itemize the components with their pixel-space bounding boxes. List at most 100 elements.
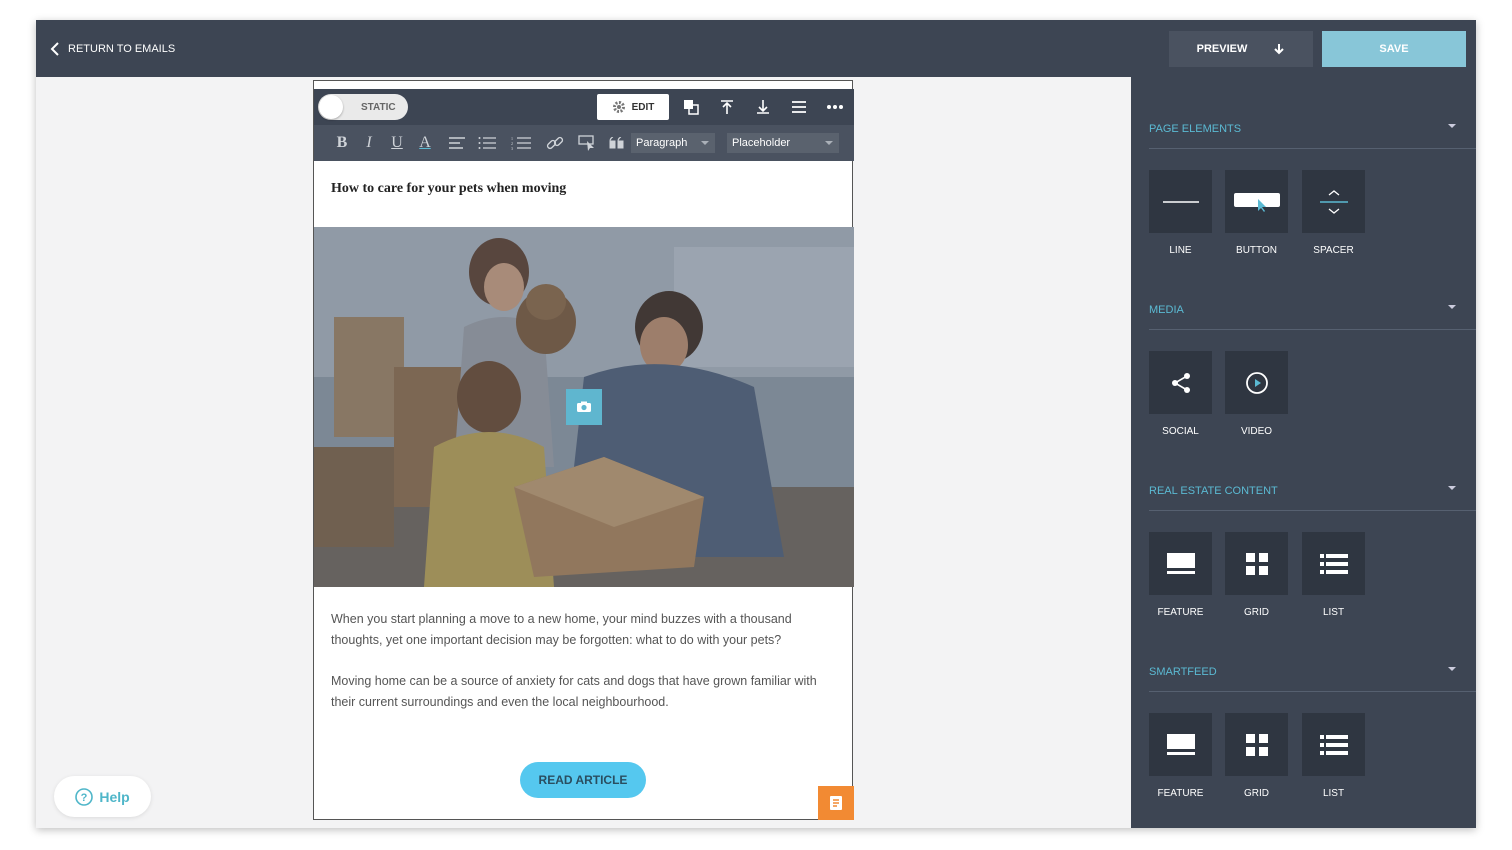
svg-text:?: ? (81, 792, 88, 804)
block-toolbar: STATIC EDIT (314, 89, 854, 125)
move-up-button[interactable] (713, 89, 741, 125)
section-real-estate-content[interactable]: REAL ESTATE CONTENT (1149, 471, 1476, 511)
more-options-button[interactable] (821, 89, 849, 125)
element-label: FEATURE (1157, 788, 1204, 799)
edit-button[interactable]: EDIT (597, 94, 669, 120)
link-button[interactable] (543, 125, 567, 161)
menu-button[interactable] (785, 89, 813, 125)
question-circle-icon: ? (75, 787, 94, 806)
bold-button[interactable]: B (330, 125, 354, 161)
return-to-emails-link[interactable]: RETURN TO EMAILS (50, 20, 175, 77)
share-icon (1171, 372, 1190, 393)
align-left-icon (449, 137, 465, 149)
list-icon (1319, 553, 1348, 574)
list-icon (1319, 734, 1348, 755)
more-icon (827, 105, 843, 109)
preview-label: PREVIEW (1196, 43, 1248, 55)
element-line[interactable] (1149, 170, 1212, 233)
cursor-icon (578, 135, 594, 151)
quote-icon (609, 137, 624, 149)
download-arrow-icon (1274, 44, 1285, 55)
format-toolbar: B I U A 123 Paragraph Placeholder (314, 125, 854, 161)
caret-down-icon (1448, 305, 1456, 309)
link-icon (546, 136, 564, 150)
move-up-icon (721, 100, 733, 114)
numbered-list-icon: 123 (511, 136, 531, 150)
static-toggle[interactable]: STATIC (318, 94, 408, 120)
font-color-button[interactable]: A (413, 125, 437, 161)
element-label: BUTTON (1236, 245, 1277, 256)
element-video[interactable] (1225, 351, 1288, 414)
caret-down-icon (701, 141, 709, 145)
caret-down-icon (1448, 667, 1456, 671)
email-body-text[interactable]: When you start planning a move to a new … (331, 609, 831, 733)
top-bar: RETURN TO EMAILS PREVIEW SAVE (36, 20, 1476, 77)
caret-down-icon (1448, 124, 1456, 128)
section-smartfeed[interactable]: SMARTFEED (1149, 652, 1476, 692)
feature-icon (1166, 733, 1195, 755)
paragraph-2: Moving home can be a source of anxiety f… (331, 674, 817, 709)
email-headline[interactable]: How to care for your pets when moving (331, 181, 566, 197)
element-label: LINE (1169, 245, 1192, 256)
element-grid[interactable] (1225, 532, 1288, 595)
element-social[interactable] (1149, 351, 1212, 414)
element-label: LIST (1322, 788, 1345, 799)
element-button[interactable] (1225, 170, 1288, 233)
help-label: Help (99, 788, 130, 805)
element-smartfeed-feature[interactable] (1149, 713, 1212, 776)
element-label: GRID (1244, 788, 1269, 799)
play-circle-icon (1245, 371, 1268, 394)
numbered-list-button[interactable]: 123 (509, 125, 533, 161)
element-label: FEATURE (1157, 607, 1204, 618)
caret-down-icon (825, 141, 833, 145)
cursor-link-button[interactable] (575, 125, 599, 161)
placeholder-select[interactable]: Placeholder (727, 133, 839, 153)
element-label: GRID (1244, 607, 1269, 618)
save-button[interactable]: SAVE (1322, 31, 1466, 67)
element-feature[interactable] (1149, 532, 1212, 595)
line-icon (1162, 200, 1199, 203)
underline-button[interactable]: U (385, 125, 409, 161)
italic-button[interactable]: I (357, 125, 381, 161)
element-smartfeed-list[interactable] (1302, 713, 1365, 776)
duplicate-button[interactable] (677, 89, 705, 125)
menu-icon (792, 101, 806, 113)
caret-down-icon (1448, 486, 1456, 490)
block-style-select[interactable]: Paragraph (631, 133, 715, 153)
element-list[interactable] (1302, 532, 1365, 595)
section-title: MEDIA (1149, 303, 1184, 316)
element-spacer[interactable] (1302, 170, 1365, 233)
bullet-list-button[interactable] (475, 125, 499, 161)
notes-button[interactable] (818, 786, 854, 820)
move-down-button[interactable] (749, 89, 777, 125)
section-title: SMARTFEED (1149, 665, 1217, 678)
duplicate-icon (684, 100, 699, 115)
email-hero-image[interactable] (314, 227, 854, 587)
element-smartfeed-grid[interactable] (1225, 713, 1288, 776)
grid-icon (1245, 552, 1268, 575)
elements-sidebar: PAGE ELEMENTS LINE BUTTON SPACER MEDIA S… (1131, 77, 1476, 828)
app-window: RETURN TO EMAILS PREVIEW SAVE STATIC EDI… (36, 20, 1476, 828)
section-page-elements[interactable]: PAGE ELEMENTS (1149, 109, 1476, 149)
bullet-list-icon (478, 137, 496, 149)
email-content-block[interactable]: STATIC EDIT B I U A 1 2 3 Paragraph Plac… (313, 80, 854, 820)
document-icon (830, 796, 842, 810)
return-to-emails-label: RETURN TO EMAILS (68, 42, 176, 55)
toggle-label: STATIC (361, 101, 396, 113)
quote-button[interactable] (605, 125, 629, 161)
svg-text:3: 3 (511, 146, 513, 150)
chevron-left-icon (50, 41, 59, 56)
help-button[interactable]: ? Help (54, 776, 151, 817)
feature-icon (1166, 552, 1195, 574)
element-label: LIST (1322, 607, 1345, 618)
button-element-icon (1233, 192, 1280, 212)
align-button[interactable] (445, 125, 469, 161)
change-image-button[interactable] (566, 389, 602, 425)
preview-button[interactable]: PREVIEW (1169, 31, 1313, 67)
edit-label: EDIT (631, 101, 655, 113)
block-style-value: Paragraph (636, 137, 688, 149)
grid-icon (1245, 733, 1268, 756)
read-article-button[interactable]: READ ARTICLE (520, 762, 646, 798)
gear-icon (612, 101, 625, 113)
section-media[interactable]: MEDIA (1149, 290, 1476, 330)
